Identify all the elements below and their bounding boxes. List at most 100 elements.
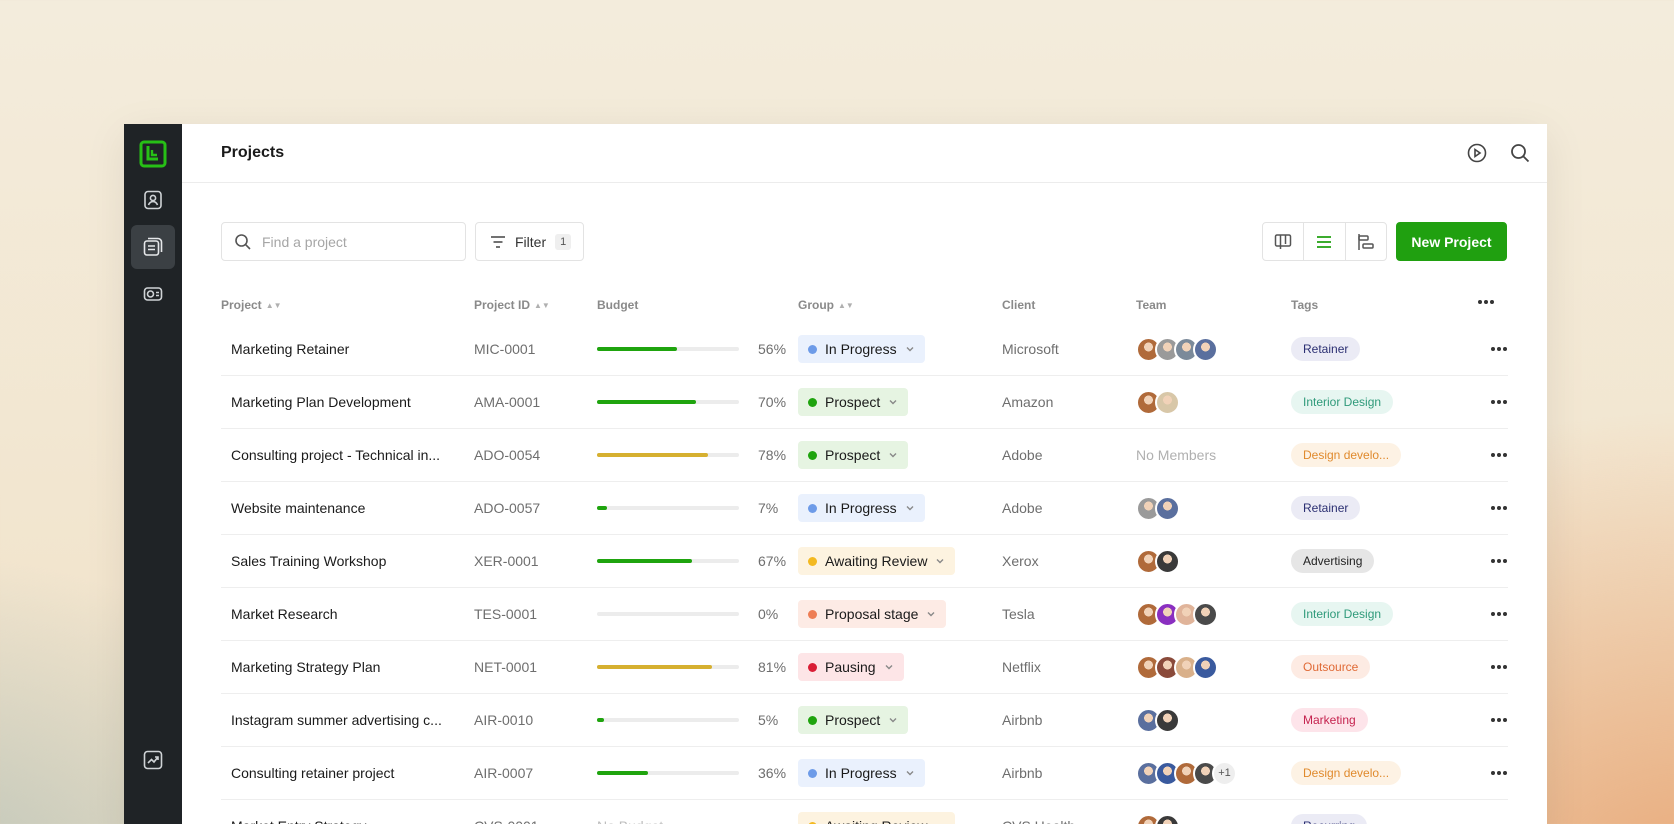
avatar[interactable]	[1193, 654, 1218, 680]
avatar[interactable]	[1155, 389, 1180, 415]
client-name: Tesla	[1002, 606, 1035, 622]
more-icon[interactable]	[1487, 588, 1511, 640]
group-label: In Progress	[825, 765, 897, 781]
team-avatars[interactable]	[1136, 535, 1180, 587]
budget-fill	[597, 718, 605, 722]
table-row[interactable]: Marketing Retainer MIC-0001 56% In Progress…	[221, 323, 1508, 376]
team-avatars[interactable]	[1136, 800, 1180, 824]
tag-badge[interactable]: Advertising	[1291, 549, 1375, 573]
tag-badge[interactable]: Design develo...	[1291, 761, 1402, 785]
column-header-project-id[interactable]: Project ID ▲▼	[474, 298, 550, 312]
avatar[interactable]	[1155, 495, 1180, 521]
search-input[interactable]	[262, 233, 442, 250]
tag-badge[interactable]: Marketing	[1291, 708, 1368, 732]
new-project-button[interactable]: New Project	[1396, 222, 1507, 261]
chevron-down-icon	[926, 609, 936, 619]
more-icon[interactable]	[1487, 535, 1511, 587]
project-name[interactable]: Sales Training Workshop	[231, 535, 446, 587]
tag-badge[interactable]: Design develo...	[1291, 443, 1402, 467]
table-row[interactable]: Marketing Plan Development AMA-0001 70% Pro…	[221, 376, 1508, 429]
group-dropdown[interactable]: In Progress	[798, 759, 925, 787]
sidebar-item-finance[interactable]	[131, 272, 175, 316]
group-dropdown[interactable]: Prospect	[798, 388, 909, 416]
sidebar-item-contacts[interactable]	[131, 178, 175, 222]
group-cell: Awaiting Review	[798, 800, 956, 824]
budget-fill	[597, 400, 697, 404]
project-name[interactable]: Marketing Retainer	[231, 323, 446, 375]
tag-badge[interactable]: Retainer	[1291, 496, 1361, 520]
more-icon[interactable]	[1487, 694, 1511, 746]
more-icon[interactable]	[1487, 641, 1511, 693]
more-icon[interactable]	[1487, 482, 1511, 534]
team-avatars[interactable]	[1136, 323, 1218, 375]
budget-track	[597, 400, 739, 404]
team-avatars[interactable]	[1136, 641, 1218, 693]
group-label: Prospect	[825, 394, 881, 410]
search-field[interactable]	[221, 222, 466, 261]
project-name[interactable]: Website maintenance	[231, 482, 446, 534]
group-dropdown[interactable]: Proposal stage	[798, 600, 947, 628]
avatar[interactable]	[1193, 601, 1218, 627]
filter-button[interactable]: Filter 1	[475, 222, 584, 261]
project-name[interactable]: Market Research	[231, 588, 446, 640]
table-row[interactable]: Market Entry Strategy CVS-0001 No Budget Aw…	[221, 800, 1508, 824]
timeline-view-button[interactable]	[1346, 223, 1386, 260]
table-row[interactable]: Website maintenance ADO-0057 7% In Progress…	[221, 482, 1508, 535]
tag-badge[interactable]: Recurring	[1291, 814, 1368, 824]
table-row[interactable]: Consulting retainer project AIR-0007 36% In…	[221, 747, 1508, 800]
list-view-button[interactable]	[1304, 223, 1346, 260]
tag-badge[interactable]: Retainer	[1291, 337, 1361, 361]
avatar[interactable]	[1155, 548, 1180, 574]
search-icon[interactable]	[1508, 141, 1532, 165]
column-header-group[interactable]: Group ▲▼	[798, 298, 854, 312]
tag-badge[interactable]: Outsource	[1291, 655, 1371, 679]
project-name[interactable]: Market Entry Strategy	[231, 800, 446, 824]
project-name[interactable]: Consulting retainer project	[231, 747, 446, 799]
group-dropdown[interactable]: Pausing	[798, 653, 904, 681]
table-row[interactable]: Sales Training Workshop XER-0001 67% Awaiti…	[221, 535, 1508, 588]
table-row[interactable]: Market Research TES-0001 0% Proposal stage T…	[221, 588, 1508, 641]
sidebar-item-reports[interactable]	[131, 738, 175, 782]
team-avatars[interactable]: No Members	[1136, 429, 1216, 481]
avatar[interactable]	[1193, 336, 1218, 362]
team-avatars[interactable]: +1	[1136, 747, 1237, 799]
team-avatars[interactable]	[1136, 482, 1180, 534]
group-dropdown[interactable]: In Progress	[798, 494, 925, 522]
avatar[interactable]	[1155, 707, 1180, 733]
play-icon[interactable]	[1465, 141, 1489, 165]
more-icon[interactable]	[1487, 376, 1511, 428]
more-members-badge[interactable]: +1	[1212, 760, 1237, 786]
table-row[interactable]: Consulting project - Technical in... ADO-…	[221, 429, 1508, 482]
group-dropdown[interactable]: In Progress	[798, 335, 925, 363]
team-avatars[interactable]	[1136, 376, 1180, 428]
tag-badge[interactable]: Interior Design	[1291, 390, 1394, 414]
more-icon[interactable]	[1487, 323, 1511, 375]
group-dropdown[interactable]: Prospect	[798, 706, 909, 734]
status-dot	[808, 397, 817, 407]
tag-badge[interactable]: Interior Design	[1291, 602, 1394, 626]
table-row[interactable]: Instagram summer advertising c... AIR-001…	[221, 694, 1508, 747]
more-icon[interactable]	[1487, 747, 1511, 799]
more-icon[interactable]	[1487, 800, 1511, 824]
team-avatars[interactable]	[1136, 694, 1180, 746]
team-avatars[interactable]	[1136, 588, 1218, 640]
chevron-down-icon	[888, 715, 898, 725]
table-row[interactable]: Marketing Strategy Plan NET-0001 81% Pausin…	[221, 641, 1508, 694]
project-name[interactable]: Consulting project - Technical in...	[231, 429, 446, 481]
budget-percent: 70%	[758, 394, 787, 410]
group-dropdown[interactable]: Awaiting Review	[798, 812, 956, 824]
status-dot	[808, 450, 817, 460]
project-name[interactable]: Instagram summer advertising c...	[231, 694, 446, 746]
project-name[interactable]: Marketing Plan Development	[231, 376, 446, 428]
avatar[interactable]	[1155, 813, 1180, 824]
sidebar-item-projects[interactable]	[131, 225, 175, 269]
group-dropdown[interactable]: Awaiting Review	[798, 547, 956, 575]
board-view-button[interactable]	[1263, 223, 1305, 260]
group-cell: Awaiting Review	[798, 535, 956, 587]
project-name[interactable]: Marketing Strategy Plan	[231, 641, 446, 693]
column-header-project[interactable]: Project ▲▼	[221, 298, 282, 312]
group-dropdown[interactable]: Prospect	[798, 441, 909, 469]
more-icon[interactable]	[1474, 294, 1498, 310]
more-icon[interactable]	[1487, 429, 1511, 481]
project-id: AIR-0007	[474, 765, 534, 781]
